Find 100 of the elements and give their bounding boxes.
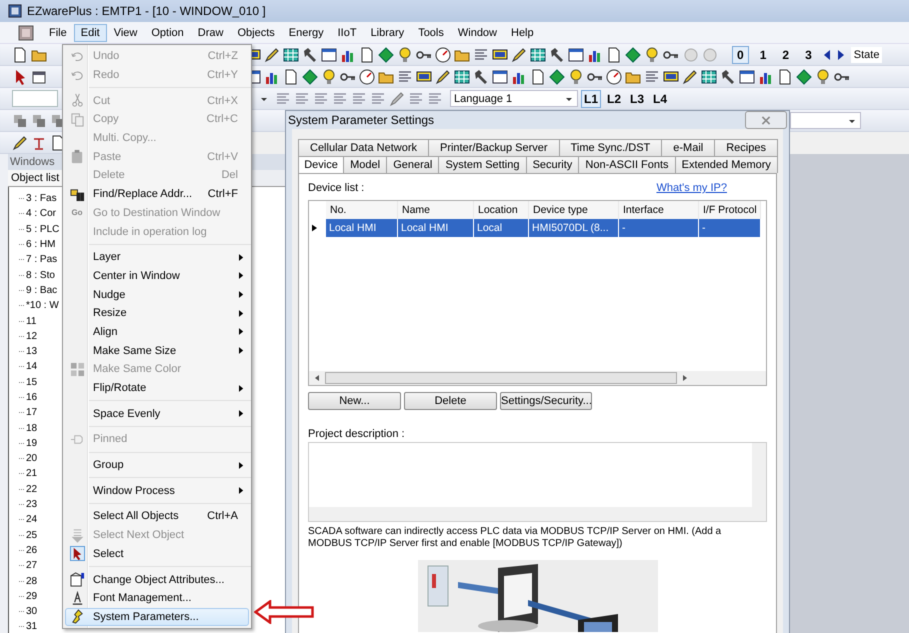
tab[interactable]: General [386,156,440,173]
menu-item[interactable]: Font Management... [65,588,249,608]
menu-item[interactable]: Space Evenly [65,404,249,424]
document-icon[interactable] [359,46,375,62]
tree-item[interactable]: 5 : PLC [26,224,60,235]
menu-item[interactable]: Find/Replace Addr... Ctrl+F [65,184,249,204]
document-icon[interactable] [283,68,299,84]
dialog-button[interactable]: Settings/Security... [500,392,592,410]
diamond-icon[interactable] [549,68,565,84]
state-button[interactable]: 2 [777,46,794,64]
font-field[interactable] [12,90,58,107]
table-row[interactable]: Local HMI Local HMI Local HMI5070DL (8... - - [309,219,766,237]
window-icon[interactable] [31,68,47,84]
bulb-icon[interactable] [321,68,337,84]
monitor-icon[interactable] [416,68,432,84]
tab[interactable]: System Setting [438,156,527,173]
pencil-icon[interactable] [682,68,698,84]
tree-item[interactable]: 25 [26,530,38,541]
menu-item[interactable]: Change Object Attributes... [65,570,249,589]
ip-link[interactable]: What's my IP? [656,182,727,198]
tree-item[interactable]: 17 [26,407,38,418]
tree-item[interactable]: 23 [26,499,38,510]
tree-item[interactable]: 18 [26,422,38,434]
gauge-icon[interactable] [606,68,622,84]
tree-item[interactable]: 24 [26,514,38,526]
tree-item[interactable]: 7 : Pas [26,254,58,266]
tab[interactable]: Device [298,156,344,173]
tree-item[interactable]: 19 [26,438,38,449]
tab[interactable]: Model [343,156,388,173]
tree-item[interactable]: 20 [26,453,38,464]
tree-item[interactable]: 4 : Cor [26,208,56,220]
horizontal-scrollbar[interactable] [309,371,766,385]
scroll-left-icon[interactable] [315,375,319,381]
tree-item[interactable]: 6 : HM [26,239,56,250]
menu-item[interactable]: Draw [190,24,230,42]
document-icon[interactable] [530,68,546,84]
column-header[interactable]: Device type [529,201,619,219]
dialog-button[interactable]: New... [308,392,401,410]
tree-item[interactable]: 16 [26,392,38,403]
document-icon[interactable] [777,68,793,84]
right-arrow-icon[interactable] [836,48,845,60]
diamond-icon[interactable] [796,68,812,84]
language-button[interactable]: L2 [604,90,624,108]
tree-item[interactable]: 3 : Fas [26,193,57,204]
pencil-icon[interactable] [264,46,280,62]
menu-item[interactable]: Option [144,24,191,42]
grid-icon[interactable] [283,46,299,62]
gauge-icon[interactable] [435,46,451,62]
pencil-icon[interactable] [12,134,28,150]
column-header[interactable]: Location [474,201,529,219]
tree-item[interactable]: 29 [26,590,38,602]
menu-item[interactable]: Select [65,544,249,564]
tab[interactable]: Security [526,156,580,173]
column-header[interactable]: Interface [619,201,699,219]
close-button[interactable] [745,111,787,129]
pencil-icon[interactable] [435,68,451,84]
document-icon[interactable] [606,46,622,62]
bulb-icon[interactable] [644,46,660,62]
tree-item[interactable]: 31 [26,621,38,632]
tree-item[interactable]: 30 [26,606,38,618]
tree-item[interactable]: 13 [26,346,38,358]
menu-item[interactable]: Help [504,24,541,42]
menu-item[interactable]: Center in Window [65,266,249,286]
state-button[interactable]: 1 [754,46,772,64]
bulb-icon[interactable] [815,68,831,84]
app-icon[interactable] [18,24,34,40]
menu-item[interactable]: Window [450,24,504,42]
tree-item[interactable]: 8 : Sto [26,270,55,281]
state-button[interactable]: 3 [800,46,817,64]
menu-item[interactable]: File [42,24,74,42]
document-icon[interactable] [12,46,28,62]
bulb-icon[interactable] [397,46,413,62]
tab[interactable]: Recipes [714,139,778,156]
language-button[interactable]: L4 [650,90,670,108]
language-button[interactable]: L3 [627,90,648,108]
description-field[interactable] [308,442,767,522]
tab[interactable]: Printer/Backup Server [428,139,560,156]
window-icon[interactable] [568,46,584,62]
menu-item[interactable]: Align [65,322,249,342]
state-field[interactable]: State [850,46,882,62]
language-button[interactable]: L1 [581,90,602,108]
diamond-icon[interactable] [378,46,394,62]
tree-item[interactable]: 15 [26,376,38,388]
window-icon[interactable] [492,68,508,84]
state-button[interactable]: 0 [732,46,749,64]
tree-item[interactable]: *10 : W [26,300,59,312]
tree-item[interactable]: 26 [26,544,38,556]
tree-item[interactable]: 12 [26,330,38,342]
bulb-icon[interactable] [568,68,584,84]
grid-icon[interactable] [454,68,470,84]
tab[interactable]: Time Sync./DST [558,139,662,156]
tree-item[interactable]: 27 [26,560,38,572]
pencil-icon[interactable] [511,46,527,62]
object-list-tab[interactable]: Object list [8,170,62,186]
tab[interactable]: Non-ASCII Fonts [578,156,676,173]
menu-item[interactable]: Layer [65,248,249,267]
layers-icon[interactable] [31,112,47,128]
column-header[interactable]: Name [398,201,474,219]
column-header[interactable]: I/F Protocol [699,201,761,219]
monitor-icon[interactable] [663,68,679,84]
